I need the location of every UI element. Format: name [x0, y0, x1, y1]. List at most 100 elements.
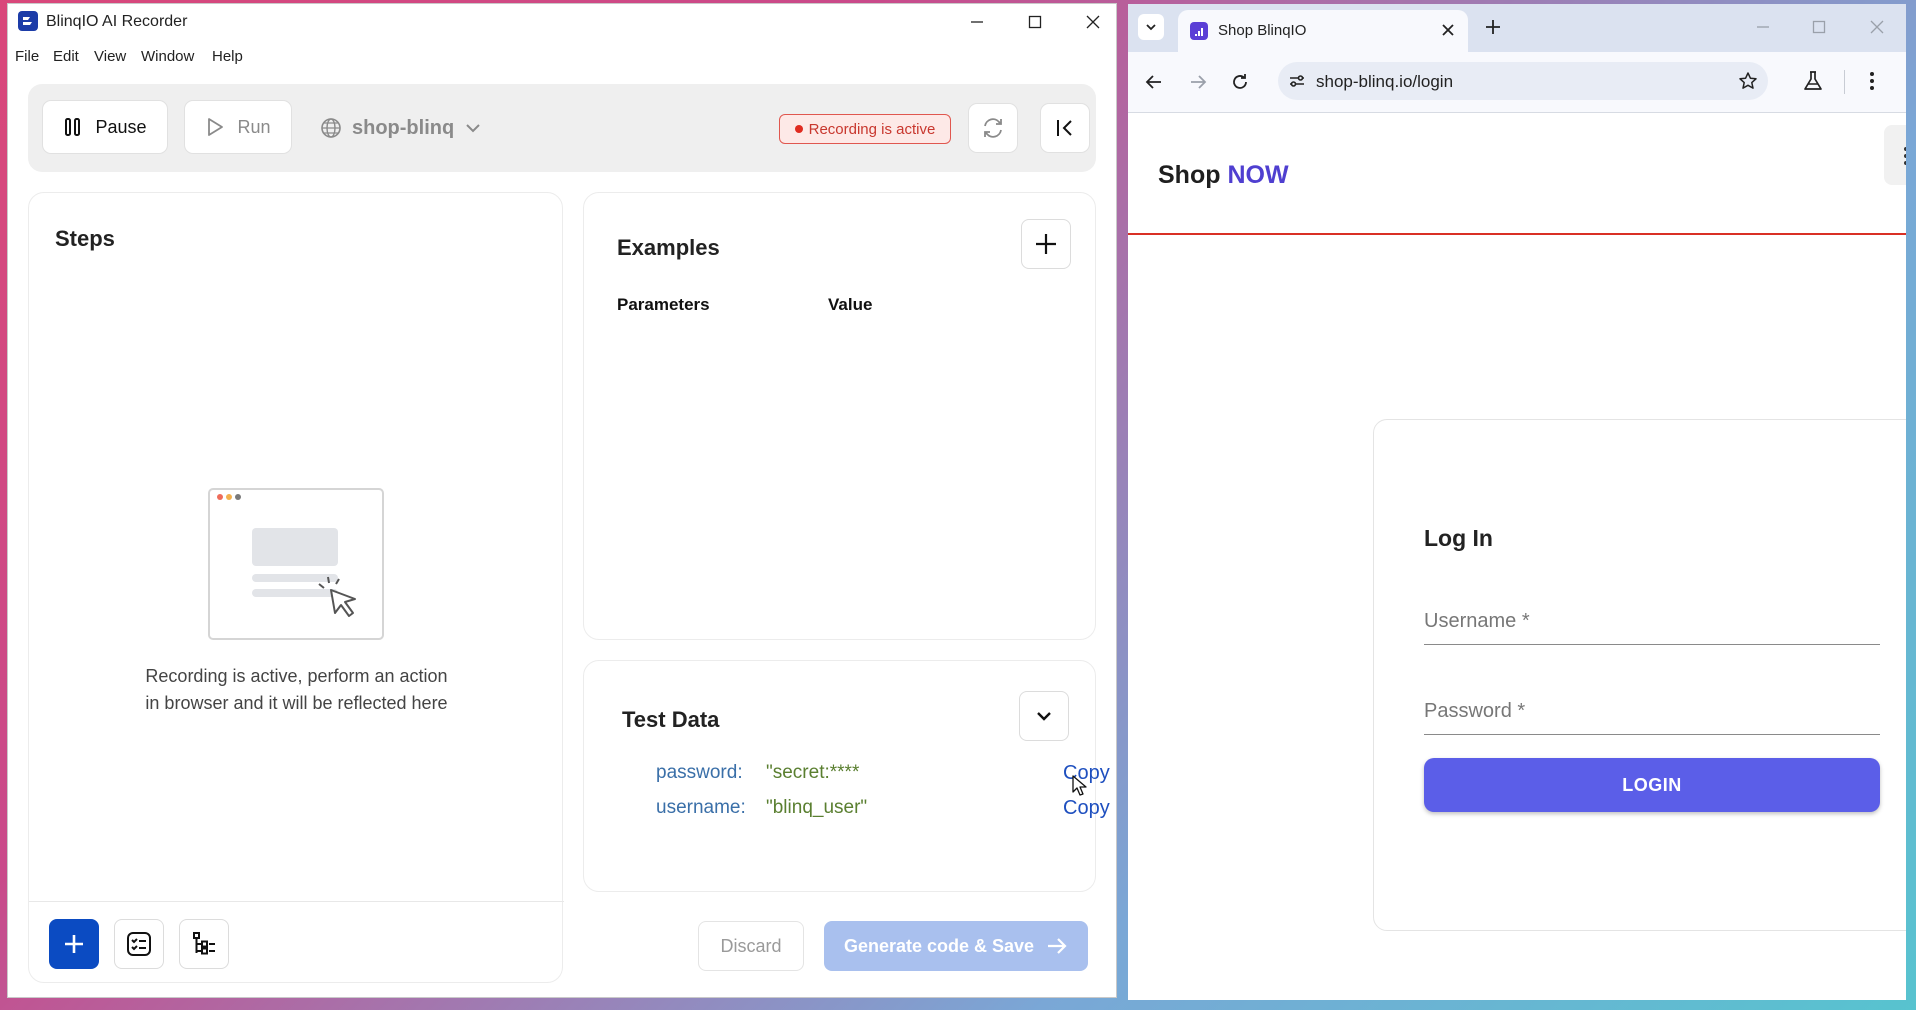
back-arrow-icon[interactable] [1144, 72, 1164, 92]
test-data-panel: Test Data password: "secret:**** Copy us… [583, 660, 1110, 892]
close-window-button[interactable] [1064, 4, 1122, 40]
pause-icon [63, 117, 83, 137]
brand-part1: Shop [1158, 161, 1221, 189]
test-data-key: username: [656, 797, 746, 818]
login-button-label: LOGIN [1622, 774, 1682, 795]
steps-tree-view-button[interactable] [179, 919, 229, 969]
username-underline [1424, 644, 1880, 645]
empty-state-illustration [208, 488, 384, 640]
steps-list-view-button[interactable] [114, 919, 164, 969]
reload-icon[interactable] [1230, 72, 1250, 92]
empty-state-line2: in browser and it will be reflected here [145, 693, 448, 713]
bookmark-star-icon[interactable] [1738, 71, 1758, 91]
minimize-button[interactable] [948, 4, 1006, 40]
add-example-button[interactable] [1021, 219, 1071, 269]
generate-label: Generate code & Save [843, 935, 1035, 956]
browser-maximize-icon[interactable] [1812, 20, 1826, 34]
labs-flask-icon[interactable] [1802, 70, 1824, 92]
examples-panel: Examples Parameters Value [583, 192, 1096, 640]
steps-footer-divider [29, 901, 564, 902]
username-label: Username * [1424, 610, 1530, 632]
chevron-down-icon [1145, 21, 1157, 33]
address-bar[interactable]: shop-blinq.io/login [1278, 62, 1768, 100]
header-divider [1128, 233, 1906, 235]
maximize-button[interactable] [1006, 4, 1064, 40]
tab-title: Shop BlinqIO [1218, 22, 1307, 39]
chevron-down-icon [464, 119, 482, 137]
browser-tab-strip: Shop BlinqIO [1128, 4, 1906, 52]
pause-label: Pause [95, 116, 147, 137]
menu-bar: File Edit View Window Help [8, 41, 1116, 71]
recorder-toolbar: Pause Run shop-blinq Recording is active [28, 84, 1096, 172]
brand-part2: NOW [1227, 161, 1289, 189]
browser-window: Shop BlinqIO shop-blinq.io/login Shop NO… [1128, 4, 1906, 1000]
site-brand[interactable]: Shop NOW [1158, 161, 1289, 190]
plus-icon [62, 932, 86, 956]
toolbar-separator [1844, 70, 1845, 94]
tab-search-button[interactable] [1138, 14, 1164, 40]
plus-icon [1034, 232, 1058, 256]
mouse-cursor-icon [1072, 775, 1088, 797]
menu-window[interactable]: Window [141, 48, 194, 65]
chevron-down-icon [1034, 706, 1054, 726]
test-data-row-password: password: "secret:**** Copy [656, 762, 1110, 784]
sync-icon [981, 116, 1005, 140]
menu-help[interactable]: Help [212, 48, 243, 65]
empty-state-message: Recording is active, perform an action i… [29, 663, 564, 717]
recording-dot-icon [794, 125, 803, 133]
browser-tab[interactable]: Shop BlinqIO [1178, 10, 1468, 52]
login-title: Log In [1424, 525, 1493, 551]
copy-username-link[interactable]: Copy [1063, 797, 1110, 820]
webpage: Shop NOW Log In Username * Password * LO… [1128, 113, 1906, 1000]
header-menu-button[interactable] [1884, 125, 1906, 185]
menu-file[interactable]: File [15, 48, 39, 65]
close-tab-icon[interactable] [1440, 22, 1456, 38]
recording-status-text: Recording is active [808, 120, 936, 138]
discard-button[interactable]: Discard [698, 921, 804, 971]
globe-icon [320, 117, 342, 139]
test-data-row-username: username: "blinq_user" Copy [656, 797, 1110, 819]
test-data-value: "blinq_user" [766, 797, 868, 818]
forward-arrow-icon[interactable] [1188, 72, 1208, 92]
collapse-left-icon [1054, 117, 1076, 139]
more-options-icon[interactable] [1868, 70, 1876, 92]
test-data-collapse-button[interactable] [1019, 691, 1069, 741]
password-label: Password * [1424, 700, 1526, 722]
browser-toolbar: shop-blinq.io/login [1128, 52, 1906, 113]
new-tab-icon[interactable] [1484, 18, 1502, 36]
site-settings-icon[interactable] [1288, 72, 1306, 90]
discard-label: Discard [720, 935, 782, 956]
window-title: BlinqIO AI Recorder [46, 13, 188, 30]
play-icon [205, 117, 225, 137]
add-step-button[interactable] [49, 919, 99, 969]
url-text: shop-blinq.io/login [1316, 72, 1454, 91]
run-label: Run [237, 116, 271, 137]
run-button[interactable]: Run [184, 100, 292, 154]
value-column-header: Value [828, 295, 873, 314]
menu-edit[interactable]: Edit [53, 48, 79, 65]
login-button[interactable]: LOGIN [1424, 758, 1880, 812]
recorder-window: BlinqIO AI Recorder File Edit View Windo… [8, 4, 1116, 997]
recorder-titlebar: BlinqIO AI Recorder [8, 4, 1116, 40]
site-favicon-icon [1190, 22, 1208, 40]
environment-name: shop-blinq [352, 116, 455, 139]
steps-panel: Steps Recording is active, perform an ac… [28, 192, 564, 983]
menu-view[interactable]: View [94, 48, 126, 65]
arrow-right-icon [1046, 935, 1068, 957]
collapse-panel-button[interactable] [1040, 103, 1090, 153]
parameters-column-header: Parameters [617, 295, 710, 314]
generate-save-button[interactable]: Generate code & Save [824, 921, 1088, 971]
environment-selector[interactable]: shop-blinq [320, 113, 482, 143]
test-data-title: Test Data [622, 707, 720, 732]
browser-close-icon[interactable] [1870, 20, 1884, 34]
tree-list-icon [191, 931, 217, 957]
pause-button[interactable]: Pause [42, 100, 168, 154]
empty-state-line1: Recording is active, perform an action [145, 666, 448, 686]
steps-title: Steps [55, 226, 115, 251]
browser-minimize-icon[interactable] [1756, 20, 1770, 34]
refresh-button[interactable] [968, 103, 1018, 153]
blinqio-logo-icon [18, 11, 38, 31]
checklist-icon [126, 931, 152, 957]
recording-status-badge: Recording is active [779, 114, 951, 144]
login-card: Log In Username * Password * LOGIN [1373, 419, 1906, 931]
